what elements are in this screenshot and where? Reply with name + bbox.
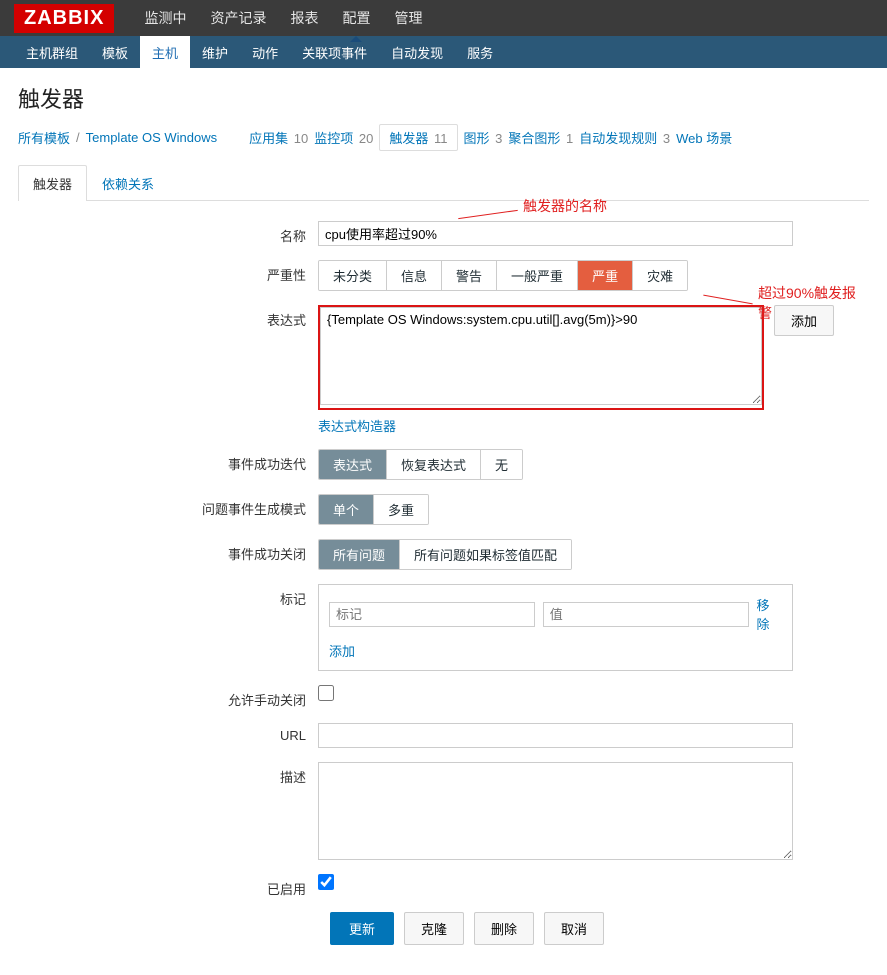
description-textarea[interactable] [318, 762, 793, 860]
trigger-form: 名称 触发器的名称 严重性 未分类 信息 警告 一般严重 严重 灾难 表达式 超… [0, 201, 887, 975]
top-nav-bar: ZABBIX 监测中 资产记录 报表 配置 管理 [0, 0, 887, 36]
cancel-button[interactable]: 取消 [544, 912, 604, 945]
manual-close-label: 允许手动关闭 [18, 685, 318, 709]
breadcrumb-triggers[interactable]: 触发器 11 [379, 124, 457, 151]
breadcrumb-applications[interactable]: 应用集 10 [249, 128, 308, 147]
severity-information[interactable]: 信息 [387, 261, 442, 290]
tab-dependencies[interactable]: 依赖关系 [87, 165, 169, 201]
ok-close-tagmatch[interactable]: 所有问题如果标签值匹配 [400, 540, 571, 569]
ok-close-all[interactable]: 所有问题 [319, 540, 400, 569]
zabbix-logo: ZABBIX [14, 4, 114, 33]
tag-name-input[interactable] [329, 602, 535, 627]
button-row: 更新 克隆 删除 取消 [330, 912, 869, 945]
description-label: 描述 [18, 762, 318, 786]
expression-add-button[interactable]: 添加 [774, 305, 834, 336]
breadcrumb-template-name[interactable]: Template OS Windows [86, 130, 218, 145]
severity-notclassified[interactable]: 未分类 [319, 261, 387, 290]
expression-textarea[interactable] [320, 307, 762, 405]
breadcrumb-separator: / [76, 130, 80, 145]
expression-label: 表达式 [18, 305, 318, 329]
topmenu-administration[interactable]: 管理 [382, 0, 434, 36]
severity-label: 严重性 [18, 260, 318, 284]
submenu-actions[interactable]: 动作 [240, 36, 290, 68]
tag-add-link[interactable]: 添加 [329, 644, 355, 659]
breadcrumb-discovery-rules[interactable]: 自动发现规则 3 [579, 128, 670, 147]
submenu-correlation[interactable]: 关联项事件 [290, 36, 379, 68]
ok-close-group: 所有问题 所有问题如果标签值匹配 [318, 539, 572, 570]
severity-group: 未分类 信息 警告 一般严重 严重 灾难 [318, 260, 688, 291]
breadcrumb: 所有模板 / Template OS Windows 应用集 10 监控项 20… [0, 124, 887, 159]
problem-mode-group: 单个 多重 [318, 494, 429, 525]
ok-iter-none[interactable]: 无 [481, 450, 522, 479]
severity-warning[interactable]: 警告 [442, 261, 497, 290]
tag-remove-link[interactable]: 移除 [757, 595, 782, 633]
ok-iteration-label: 事件成功迭代 [18, 449, 318, 473]
submenu-templates[interactable]: 模板 [90, 36, 140, 68]
topmenu-reports[interactable]: 报表 [278, 0, 330, 36]
update-button[interactable]: 更新 [330, 912, 394, 945]
submenu-maintenance[interactable]: 维护 [190, 36, 240, 68]
delete-button[interactable]: 删除 [474, 912, 534, 945]
problem-mode-label: 问题事件生成模式 [18, 494, 318, 518]
severity-disaster[interactable]: 灾难 [633, 261, 687, 290]
clone-button[interactable]: 克隆 [404, 912, 464, 945]
breadcrumb-all-templates[interactable]: 所有模板 [18, 128, 70, 147]
manual-close-checkbox[interactable] [318, 685, 334, 701]
ok-close-label: 事件成功关闭 [18, 539, 318, 563]
submenu-discovery[interactable]: 自动发现 [379, 36, 455, 68]
topmenu-configuration[interactable]: 配置 [330, 0, 382, 36]
breadcrumb-web[interactable]: Web 场景 [676, 128, 732, 147]
url-input[interactable] [318, 723, 793, 748]
breadcrumb-screens[interactable]: 聚合图形 1 [508, 128, 573, 147]
topmenu-inventory[interactable]: 资产记录 [198, 0, 278, 36]
name-label: 名称 [18, 221, 318, 245]
name-input[interactable] [318, 221, 793, 246]
tag-value-input[interactable] [543, 602, 749, 627]
tags-label: 标记 [18, 584, 318, 608]
enabled-checkbox[interactable] [318, 874, 334, 890]
severity-average[interactable]: 一般严重 [497, 261, 578, 290]
sub-nav-bar: 主机群组 模板 主机 维护 动作 关联项事件 自动发现 服务 [0, 36, 887, 68]
top-menu: 监测中 资产记录 报表 配置 管理 [132, 0, 434, 36]
ok-iter-recovery[interactable]: 恢复表达式 [387, 450, 481, 479]
tags-box: 移除 添加 [318, 584, 793, 671]
breadcrumb-graphs[interactable]: 图形 3 [464, 128, 503, 147]
ok-iter-expression[interactable]: 表达式 [319, 450, 387, 479]
severity-high[interactable]: 严重 [578, 261, 633, 290]
submenu-services[interactable]: 服务 [455, 36, 505, 68]
problem-mode-multiple[interactable]: 多重 [374, 495, 428, 524]
breadcrumb-items[interactable]: 监控项 20 [314, 128, 373, 147]
topmenu-monitoring[interactable]: 监测中 [132, 0, 198, 36]
expression-constructor-link[interactable]: 表达式构造器 [318, 416, 834, 435]
page-title: 触发器 [0, 68, 887, 124]
tab-bar: 触发器 依赖关系 [18, 165, 869, 201]
ok-iteration-group: 表达式 恢复表达式 无 [318, 449, 523, 480]
submenu-hostgroups[interactable]: 主机群组 [14, 36, 90, 68]
problem-mode-single[interactable]: 单个 [319, 495, 374, 524]
url-label: URL [18, 723, 318, 743]
enabled-label: 已启用 [18, 874, 318, 898]
tab-trigger[interactable]: 触发器 [18, 165, 87, 201]
submenu-hosts[interactable]: 主机 [140, 36, 190, 68]
